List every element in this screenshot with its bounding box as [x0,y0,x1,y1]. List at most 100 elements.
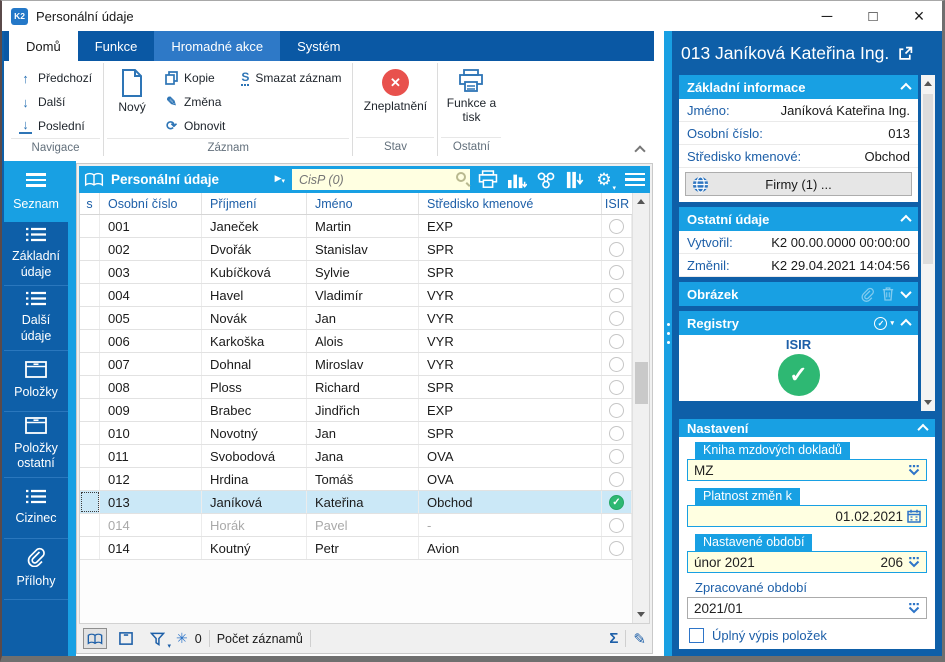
sidebar-item-dalsi-udaje[interactable]: Další údaje [4,286,68,351]
window-body: Domů Funkce Hromadné akce Systém ↑ Předc… [2,31,942,656]
open-in-window-icon[interactable] [898,46,913,61]
processed-period-input[interactable]: 2021/01 [687,597,927,619]
view-book-button[interactable] [83,628,107,649]
sidebar-item-prilohy[interactable]: Přílohy [4,539,68,600]
print-grid-button[interactable] [477,170,499,190]
book-icon [87,633,103,645]
panel-vertical-scrollbar[interactable] [921,75,935,411]
copy-button[interactable]: Kopie [157,66,233,90]
table-row[interactable]: 012 Hrdina Tomáš OVA [80,468,632,491]
section-settings-header[interactable]: Nastavení [679,419,935,437]
sidebar-splitter[interactable] [68,161,76,656]
minimize-button[interactable]: ─ [804,1,850,31]
section-picture-header[interactable]: Obrázek [679,282,918,306]
chevron-up-icon[interactable] [900,318,912,331]
search-input[interactable] [292,169,470,190]
scroll-up-icon[interactable] [924,81,932,86]
sidebar-item-zakladni-udaje[interactable]: Základní údaje [4,222,68,287]
chevron-up-icon[interactable] [900,82,912,95]
columns-button[interactable] [564,170,586,190]
cell-personal-number: 005 [100,307,202,329]
tab-domu[interactable]: Domů [9,31,78,61]
column-header-firstname[interactable]: Jméno [307,193,419,214]
sidebar-item-seznam[interactable]: Seznam [4,161,68,222]
chevron-up-icon[interactable] [900,214,912,227]
firms-button[interactable]: Firmy (1) ... [685,172,912,196]
scroll-down-icon[interactable] [924,400,932,405]
table-row[interactable]: 011 Svobodová Jana OVA [80,445,632,468]
section-basic-header[interactable]: Základní informace [679,75,918,99]
dropdown-icon[interactable] [907,556,921,569]
table-row[interactable]: 009 Brabec Jindřich EXP [80,399,632,422]
ribbon-collapse-icon[interactable] [634,145,646,157]
sidebar-item-polozky[interactable]: Položky [4,351,68,412]
scroll-thumb[interactable] [923,94,933,264]
condition-icon[interactable]: ✳ [176,630,188,647]
column-header-personal-number[interactable]: Osobní číslo [100,193,202,214]
grid-vertical-scrollbar[interactable] [632,193,649,623]
table-row[interactable]: 013 Janíková Kateřina Obchod ✓ [80,491,632,514]
section-registry-header[interactable]: Registry ✓ ▾ [679,311,918,335]
table-row[interactable]: 010 Novotný Jan SPR [80,422,632,445]
table-row[interactable]: 014 Horák Pavel - [80,514,632,537]
field-department: Středisko kmenové: Obchod [679,145,918,168]
sidebar-item-polozky-ostatni[interactable]: Položky ostatní [4,412,68,478]
play-menu-icon[interactable]: ▶▾ [275,174,285,186]
table-row[interactable]: 004 Havel Vladimír VYR [80,284,632,307]
new-button[interactable]: Nový [107,63,157,138]
chart-button[interactable] [506,170,528,190]
dropdown-icon[interactable] [907,464,921,477]
table-row[interactable]: 002 Dvořák Stanislav SPR [80,238,632,261]
chevron-up-icon[interactable] [917,423,929,436]
filter-button[interactable]: ▾ [145,628,171,650]
row-marker-cell [80,284,100,306]
functions-print-button[interactable]: Funkce a tisk [441,63,501,137]
set-period-input[interactable]: únor 2021 206 [687,551,927,573]
cell-isir [602,399,632,421]
last-button[interactable]: ↓ Poslední [11,114,100,138]
check-circle-icon[interactable]: ✓ [874,316,888,330]
maximize-button[interactable]: □ [850,1,896,31]
chevron-down-icon[interactable] [900,286,912,299]
full-listing-checkbox[interactable] [689,628,704,643]
table-row[interactable]: 003 Kubíčková Sylvie SPR [80,261,632,284]
dropdown-icon[interactable] [907,602,921,615]
tab-system[interactable]: Systém [280,31,357,61]
column-header-isir[interactable]: ISIR [602,193,632,214]
column-header-s[interactable]: s [80,193,100,214]
table-row[interactable]: 014 Koutný Petr Avion [80,537,632,560]
scroll-up-icon[interactable] [637,199,645,204]
sum-button[interactable]: Σ [609,630,618,647]
view-card-button[interactable] [114,628,138,649]
grid-settings-button[interactable]: ⚙ ▾ [593,170,616,192]
column-header-department[interactable]: Středisko kmenové [419,193,602,214]
invalidate-button[interactable]: ✕ Zneplatnění [356,63,434,137]
delete-record-button[interactable]: S Smazat záznam [233,66,349,90]
change-button[interactable]: ✎ Změna [157,90,233,114]
table-row[interactable]: 008 Ploss Richard SPR [80,376,632,399]
section-other-header[interactable]: Ostatní údaje [679,207,918,231]
sidebar-item-cizinec[interactable]: Cizinec [4,478,68,539]
refresh-button[interactable]: ⟳ Obnovit [157,114,233,138]
table-row[interactable]: 001 Janeček Martin EXP [80,215,632,238]
tab-hromadne-akce[interactable]: Hromadné akce [154,31,281,61]
scroll-thumb[interactable] [634,362,648,404]
panel-splitter[interactable] [664,31,672,656]
grid-menu-icon[interactable] [625,170,645,190]
validity-date-input[interactable]: 01.02.2021 [687,505,927,527]
workflow-button[interactable] [535,170,557,190]
table-row[interactable]: 007 Dohnal Miroslav VYR [80,353,632,376]
table-row[interactable]: 006 Karkoška Alois VYR [80,330,632,353]
cell-personal-number: 009 [100,399,202,421]
next-button[interactable]: ↓ Další [11,90,100,114]
tab-funkce[interactable]: Funkce [78,31,155,61]
previous-button[interactable]: ↑ Předchozí [11,66,100,90]
left-sidebar: Seznam Základní údaje Další údaje Položk… [4,161,68,656]
scroll-down-icon[interactable] [637,612,645,617]
payroll-book-input[interactable]: MZ [687,459,927,481]
column-header-surname[interactable]: Příjmení [202,193,307,214]
edit-pencil-button[interactable]: ✎ [633,630,646,648]
calendar-icon[interactable] [907,509,921,523]
close-button[interactable]: × [896,1,942,31]
table-row[interactable]: 005 Novák Jan VYR [80,307,632,330]
